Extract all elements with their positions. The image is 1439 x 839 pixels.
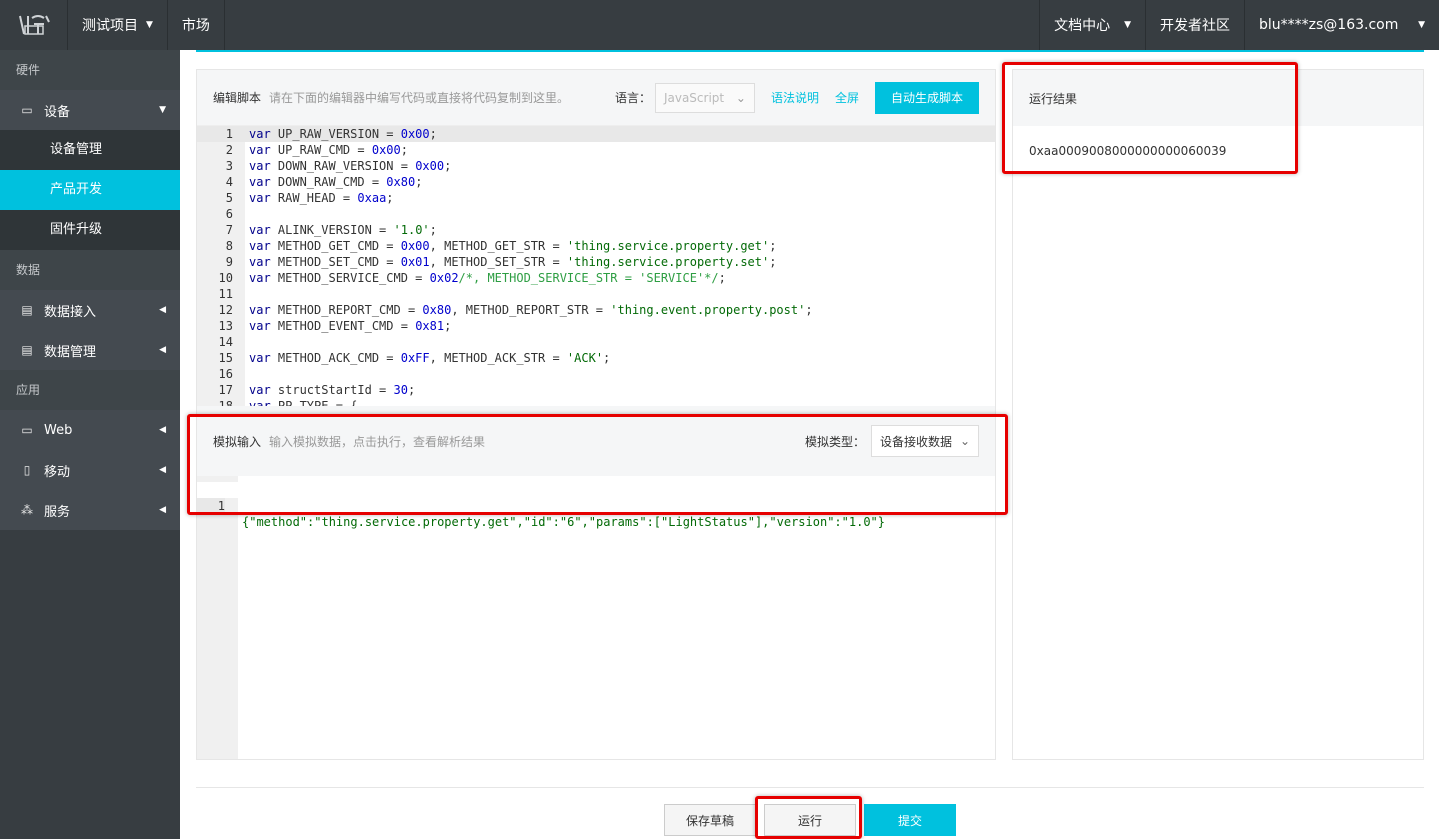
language-select[interactable]: JavaScript ⌄ <box>654 82 755 113</box>
simulate-title: 模拟输入 <box>213 434 262 449</box>
sidebar-item-web[interactable]: ▭ Web ◀ <box>0 410 180 450</box>
code-line: 1 var UP_RAW_VERSION = 0x00; <box>197 126 995 142</box>
syntax-help-link[interactable]: 语法说明 <box>771 89 819 106</box>
community-link[interactable]: 开发者社区 <box>1145 0 1244 50</box>
code-line: 8 var METHOD_GET_CMD = 0x00, METHOD_GET_S… <box>225 239 777 253</box>
caret-left-icon: ◀ <box>159 305 166 315</box>
result-value: 0xaa0009008000000000060039 <box>1029 144 1227 158</box>
user-email: blu****zs@163.com <box>1259 17 1399 33</box>
top-accent-line <box>196 50 1424 52</box>
top-bar: 测试项目 ▼ 市场 文档中心 ▼ 开发者社区 blu****zs@163.com… <box>0 0 1439 50</box>
caret-down-icon: ▼ <box>1124 20 1131 30</box>
code-line: 10 var METHOD_SERVICE_CMD = 0x02/*, METHO… <box>218 271 726 285</box>
code-line: 3 var DOWN_RAW_VERSION = 0x00; <box>225 159 452 173</box>
code-line: 17 var structStartId = 30; <box>218 383 416 397</box>
simulate-hint: 输入模拟数据，点击执行，查看解析结果 <box>269 434 486 449</box>
sidebar-item-data-management[interactable]: ▤ 数据管理 ◀ <box>0 330 180 370</box>
caret-left-icon: ◀ <box>159 505 166 515</box>
sidebar-item-label: 数据接入 <box>44 304 97 320</box>
docs-dropdown[interactable]: 文档中心 ▼ <box>1039 0 1145 50</box>
sidebar-item-firmware-upgrade[interactable]: 固件升级 <box>0 210 180 250</box>
user-dropdown[interactable]: blu****zs@163.com ▼ <box>1244 0 1439 50</box>
simulate-type-select[interactable]: 设备接收数据 ⌄ <box>871 425 979 457</box>
market-link[interactable]: 市场 <box>168 0 225 50</box>
monitor-icon: ▭ <box>21 423 33 437</box>
project-name: 测试项目 <box>82 18 138 34</box>
docs-label: 文档中心 <box>1054 18 1111 34</box>
script-editor-panel: 编辑脚本 请在下面的编辑器中编写代码或直接将代码复制到这里。 语言： JavaS… <box>196 69 996 760</box>
iot-logo[interactable] <box>0 0 68 50</box>
footer-divider <box>196 787 1424 788</box>
save-draft-button[interactable]: 保存草稿 <box>664 804 756 836</box>
sidebar-item-label: 设备 <box>44 104 71 120</box>
code-line: 9 var METHOD_SET_CMD = 0x01, METHOD_SET_S… <box>225 255 777 269</box>
sidebar-section-hardware: 硬件 <box>0 50 180 90</box>
code-line: 13 var METHOD_EVENT_CMD = 0x81; <box>218 319 452 333</box>
editor-title: 编辑脚本 <box>213 91 262 105</box>
code-line: 6 <box>225 207 233 221</box>
caret-left-icon: ◀ <box>159 465 166 475</box>
code-editor[interactable]: 1 var UP_RAW_VERSION = 0x00; 2 var UP_RAW_… <box>197 126 995 406</box>
simulate-input-editor[interactable]: 1 {"method":"thing.service.property.get"… <box>197 476 995 759</box>
editor-hint: 请在下面的编辑器中编写代码或直接将代码复制到这里。 <box>269 91 570 105</box>
auto-generate-script-button[interactable]: 自动生成脚本 <box>874 81 979 114</box>
sidebar-item-label: 数据管理 <box>44 344 97 360</box>
code-line: 12 var METHOD_REPORT_CMD = 0x80, METHOD_R… <box>218 303 813 317</box>
iot-logo-icon <box>18 15 50 35</box>
sidebar-item-service[interactable]: ⁂ 服务 ◀ <box>0 490 180 530</box>
result-title: 运行结果 <box>1013 70 1423 126</box>
code-line: 4 var DOWN_RAW_CMD = 0x80; <box>225 175 423 189</box>
simulate-input-text: {"method":"thing.service.property.get","… <box>242 515 885 529</box>
code-line: 15 var METHOD_ACK_CMD = 0xFF, METHOD_ACK_… <box>218 351 611 365</box>
caret-down-icon: ▼ <box>1418 20 1425 30</box>
language-value: JavaScript <box>663 90 725 105</box>
line-number: 1 <box>197 498 225 514</box>
code-line: 2 var UP_RAW_CMD = 0x00; <box>225 143 408 157</box>
project-dropdown[interactable]: 测试项目 ▼ <box>68 0 168 50</box>
data-management-icon: ▤ <box>21 343 33 357</box>
caret-down-icon: ▼ <box>146 20 153 30</box>
submit-button[interactable]: 提交 <box>864 804 956 836</box>
code-line: 7 var ALINK_VERSION = '1.0'; <box>225 223 437 237</box>
code-line: 16 <box>218 367 233 381</box>
code-line: 18 var PP_TYPE = { <box>218 399 358 406</box>
code-line: 5 var RAW_HEAD = 0xaa; <box>225 191 394 205</box>
data-access-icon: ▤ <box>21 303 33 317</box>
sidebar-item-data-access[interactable]: ▤ 数据接入 ◀ <box>0 290 180 330</box>
sidebar: 硬件 ▭ 设备 ▼ 设备管理 产品开发 固件升级 数据 ▤ 数据接入 ◀ ▤ 数… <box>0 50 180 839</box>
sidebar-item-label: Web <box>44 422 73 438</box>
editor-header: 编辑脚本 请在下面的编辑器中编写代码或直接将代码复制到这里。 语言： JavaS… <box>197 70 995 126</box>
fullscreen-link[interactable]: 全屏 <box>835 89 859 106</box>
sidebar-section-app: 应用 <box>0 370 180 410</box>
sidebar-section-data: 数据 <box>0 250 180 290</box>
sidebar-item-mobile[interactable]: ▯ 移动 ◀ <box>0 450 180 490</box>
simulate-type-label: 模拟类型： <box>804 434 865 449</box>
market-label: 市场 <box>181 18 210 34</box>
chevron-down-icon: ⌄ <box>735 90 746 105</box>
caret-left-icon: ◀ <box>159 425 166 435</box>
sidebar-item-product-development[interactable]: 产品开发 <box>0 170 180 210</box>
run-result-panel: 运行结果 0xaa0009008000000000060039 <box>1012 69 1424 760</box>
simulate-header: 模拟输入 输入模拟数据，点击执行，查看解析结果 模拟类型： 设备接收数据 ⌄ <box>197 406 995 476</box>
sidebar-item-label: 服务 <box>44 504 71 520</box>
language-label: 语言： <box>614 91 651 105</box>
code-line: 11 <box>218 287 233 301</box>
sidebar-item-label: 移动 <box>44 464 71 480</box>
cubes-icon: ⁂ <box>21 503 33 517</box>
main-content: 编辑脚本 请在下面的编辑器中编写代码或直接将代码复制到这里。 语言： JavaS… <box>180 50 1439 839</box>
simulate-input-line: 1 {"method":"thing.service.property.get"… <box>197 482 995 529</box>
chevron-down-icon: ⌄ <box>959 434 970 448</box>
sidebar-item-device-management[interactable]: 设备管理 <box>0 130 180 170</box>
device-icon: ▭ <box>21 103 33 117</box>
code-lines: 1 var UP_RAW_VERSION = 0x00; 2 var UP_RAW_… <box>197 126 995 406</box>
caret-down-icon: ▼ <box>159 105 166 115</box>
sidebar-item-device[interactable]: ▭ 设备 ▼ <box>0 90 180 130</box>
community-label: 开发者社区 <box>1160 18 1230 34</box>
mobile-icon: ▯ <box>23 463 31 477</box>
code-line: 14 <box>218 335 233 349</box>
run-button[interactable]: 运行 <box>764 804 856 836</box>
caret-left-icon: ◀ <box>159 345 166 355</box>
simulate-type-value: 设备接收数据 <box>880 434 953 449</box>
